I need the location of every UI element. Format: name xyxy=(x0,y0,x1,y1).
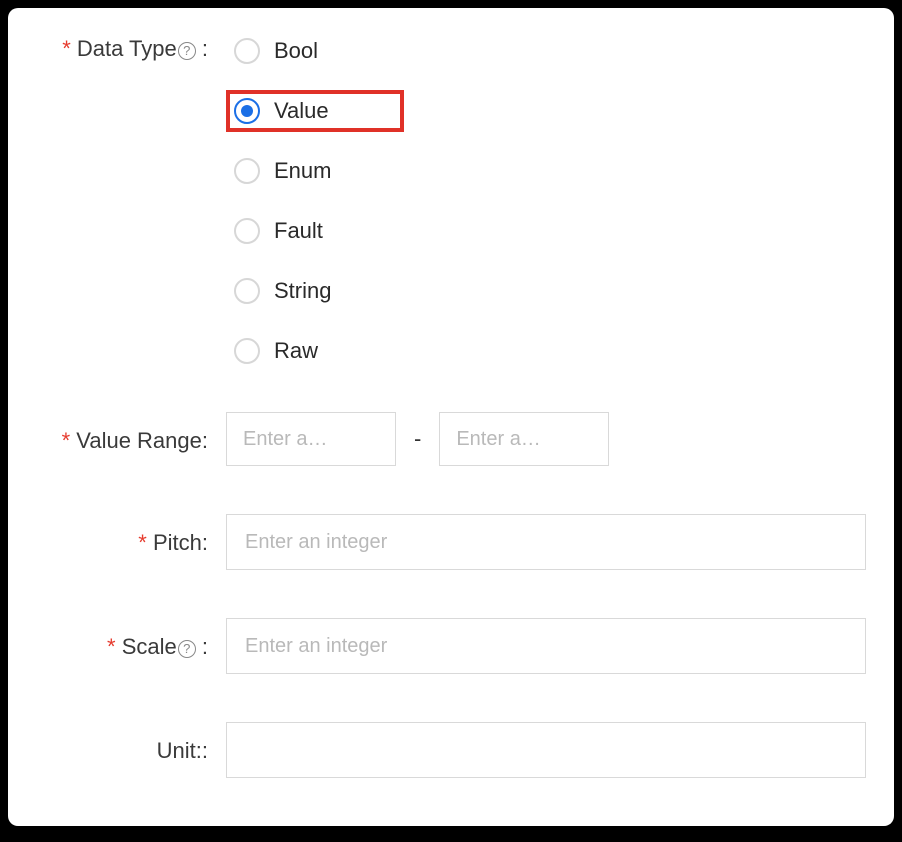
radio-bool-label: Bool xyxy=(274,38,318,64)
radio-value[interactable]: Value xyxy=(226,90,404,132)
pitch-input[interactable] xyxy=(226,514,866,570)
radio-enum[interactable]: Enum xyxy=(226,150,864,192)
radio-icon xyxy=(234,278,260,304)
row-pitch: Pitch: xyxy=(38,514,864,570)
help-icon[interactable]: ? xyxy=(178,42,196,60)
radio-string[interactable]: String xyxy=(226,270,864,312)
range-separator: - xyxy=(414,426,421,452)
radio-raw-label: Raw xyxy=(274,338,318,364)
radio-icon xyxy=(234,158,260,184)
data-type-label-text: Data Type xyxy=(62,36,177,61)
radio-enum-label: Enum xyxy=(274,158,331,184)
radio-icon xyxy=(234,338,260,364)
label-value-range: Value Range: xyxy=(38,412,226,460)
radio-fault-label: Fault xyxy=(274,218,323,244)
scale-label-text: Scale xyxy=(107,634,177,659)
radio-icon xyxy=(234,38,260,64)
unit-input[interactable] xyxy=(226,722,866,778)
row-scale: Scale? : xyxy=(38,618,864,674)
label-data-type: Data Type? : xyxy=(38,30,226,68)
row-unit: Unit:: xyxy=(38,722,864,778)
value-range-min-input[interactable] xyxy=(226,412,396,466)
scale-input[interactable] xyxy=(226,618,866,674)
pitch-label-text: Pitch: xyxy=(138,530,208,555)
radio-icon xyxy=(234,98,260,124)
value-range-fields: - xyxy=(226,412,864,466)
row-value-range: Value Range: - xyxy=(38,412,864,466)
form-panel: Data Type? : Bool Value Enum Fault xyxy=(8,8,894,826)
radio-icon xyxy=(234,218,260,244)
value-range-max-input[interactable] xyxy=(439,412,609,466)
label-scale: Scale? : xyxy=(38,618,226,666)
label-unit: Unit:: xyxy=(38,722,226,770)
unit-label-text: Unit:: xyxy=(157,738,208,763)
label-pitch: Pitch: xyxy=(38,514,226,562)
radio-string-label: String xyxy=(274,278,331,304)
radio-fault[interactable]: Fault xyxy=(226,210,864,252)
row-data-type: Data Type? : Bool Value Enum Fault xyxy=(38,30,864,372)
data-type-options: Bool Value Enum Fault String xyxy=(226,30,864,372)
value-range-label-text: Value Range: xyxy=(62,428,208,453)
radio-bool[interactable]: Bool xyxy=(226,30,864,72)
radio-value-label: Value xyxy=(274,98,329,124)
help-icon[interactable]: ? xyxy=(178,640,196,658)
radio-raw[interactable]: Raw xyxy=(226,330,864,372)
